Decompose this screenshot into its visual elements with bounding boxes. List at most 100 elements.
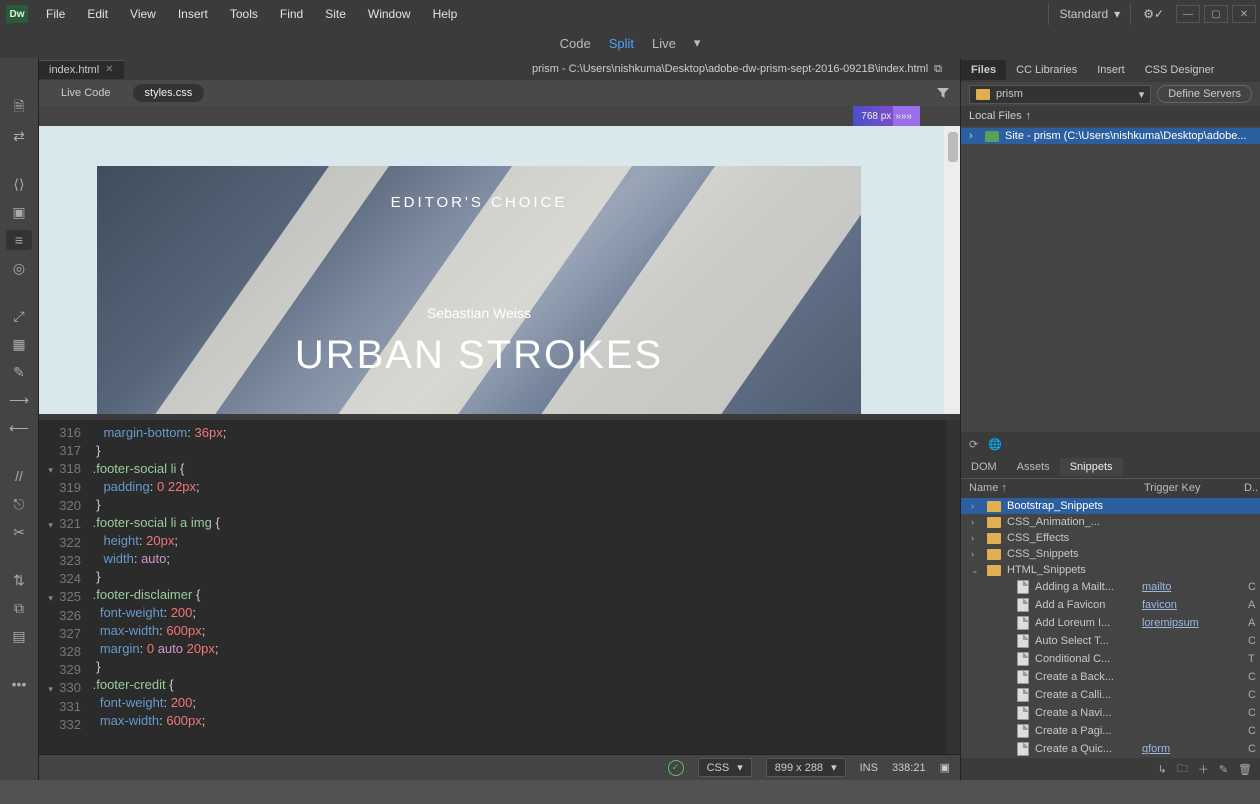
col-trigger-key[interactable]: Trigger Key <box>1136 479 1236 498</box>
delete-snippet-icon[interactable]: 🗑 <box>1238 763 1252 776</box>
snippet-item[interactable]: Auto Select T...C <box>961 632 1260 650</box>
file-mgmt-icon[interactable]: 🗎 <box>7 98 31 118</box>
col-d[interactable]: D.. <box>1236 479 1260 498</box>
menu-site[interactable]: Site <box>315 3 356 25</box>
expand-icon[interactable]: › <box>971 533 981 543</box>
site-dropdown[interactable]: prism ▾ <box>969 85 1151 104</box>
chevron-down-icon[interactable]: ▾ <box>694 35 701 51</box>
code-editor[interactable]: 316 317▾ 318 319 320▾ 321 322 323 324▾ 3… <box>39 420 960 754</box>
snippet-folder[interactable]: ›CSS_Effects <box>961 530 1260 546</box>
snippet-label: CSS_Snippets <box>1007 548 1260 560</box>
snippet-item[interactable]: Add Loreum I...loremipsumA <box>961 614 1260 632</box>
snippet-item[interactable]: Add a FaviconfaviconA <box>961 596 1260 614</box>
related-files-icon[interactable]: ⧉ <box>7 598 31 618</box>
view-tab-code[interactable]: Code <box>560 36 591 51</box>
expand-icon[interactable]: ⌄ <box>971 565 981 576</box>
snippet-item[interactable]: Create a Back...C <box>961 668 1260 686</box>
status-ok-icon[interactable]: ✓ <box>668 760 684 776</box>
sync-icon[interactable]: 🌐 <box>988 438 1002 451</box>
workspace-switcher[interactable]: Standard ▾ <box>1048 3 1131 25</box>
file-tree-root-label: Site - prism (C:\Users\nishkuma\Desktop\… <box>1005 130 1246 142</box>
live-view-icon[interactable]: ▣ <box>7 202 31 222</box>
file-popout-icon[interactable]: ⧉ <box>934 63 942 76</box>
comment-icon[interactable]: // <box>7 466 31 486</box>
panel-tab-insert[interactable]: Insert <box>1087 60 1135 80</box>
window-close-button[interactable]: ✕ <box>1232 5 1256 23</box>
select-parent-icon[interactable]: ▦ <box>7 334 31 354</box>
window-maximize-button[interactable]: ▢ <box>1204 5 1228 23</box>
new-snippet-icon[interactable]: ＋ <box>1198 761 1209 777</box>
expand-all-icon[interactable]: ⤢ <box>7 306 31 326</box>
file-icon <box>1017 580 1029 594</box>
view-tab-live[interactable]: Live <box>652 36 676 51</box>
close-tab-icon[interactable]: ✕ <box>105 64 113 75</box>
viewport-size-dropdown[interactable]: 899 x 288▾ <box>766 758 846 777</box>
menu-help[interactable]: Help <box>423 3 468 25</box>
folder-icon <box>987 565 1001 576</box>
define-servers-button[interactable]: Define Servers <box>1157 85 1252 103</box>
sync-settings-icon[interactable]: ⚙✓ <box>1135 7 1172 21</box>
menu-find[interactable]: Find <box>270 3 313 25</box>
panel-tab-css-designer[interactable]: CSS Designer <box>1135 60 1225 80</box>
insert-mode-label[interactable]: INS <box>860 762 878 774</box>
snippet-folder[interactable]: ›CSS_Animation_... <box>961 514 1260 530</box>
inspect-icon[interactable]: ◎ <box>7 258 31 278</box>
edit-snippet-icon[interactable]: ✎ <box>1219 763 1228 776</box>
collapse-icon[interactable]: ▤ <box>7 626 31 646</box>
file-icon <box>1017 616 1029 630</box>
move-css-icon[interactable]: ⇅ <box>7 570 31 590</box>
expand-icon[interactable]: › <box>971 517 981 527</box>
wrap-tag-icon[interactable]: ⎋ <box>7 494 31 514</box>
snippet-item[interactable]: Create a Calli...C <box>961 686 1260 704</box>
format-source-icon[interactable]: ✎ <box>7 362 31 382</box>
menu-edit[interactable]: Edit <box>77 3 118 25</box>
col-name[interactable]: Name ↑ <box>961 479 1136 498</box>
insert-snippet-icon[interactable]: ↳ <box>1158 763 1167 776</box>
snippet-item[interactable]: Adding a Mailt...mailtoC <box>961 578 1260 596</box>
code-tool-icon[interactable]: ⟨⟩ <box>7 174 31 194</box>
snippet-item[interactable]: Create a Pagi...C <box>961 722 1260 740</box>
menu-window[interactable]: Window <box>358 3 421 25</box>
panel-tab-snippets[interactable]: Snippets <box>1060 458 1123 476</box>
menu-tools[interactable]: Tools <box>220 3 268 25</box>
related-file-stylescss[interactable]: styles.css <box>133 84 205 102</box>
language-dropdown[interactable]: CSS▾ <box>698 758 752 777</box>
view-tab-split[interactable]: Split <box>609 36 634 51</box>
panel-tab-dom[interactable]: DOM <box>961 458 1007 476</box>
snippet-item[interactable]: Create a Navi...C <box>961 704 1260 722</box>
filter-icon[interactable] <box>936 86 950 100</box>
file-tree-root[interactable]: › Site - prism (C:\Users\nishkuma\Deskto… <box>961 128 1260 144</box>
window-minimize-button[interactable]: — <box>1176 5 1200 23</box>
live-preview-pane[interactable]: EDITOR'S CHOICE Sebastian Weiss URBAN ST… <box>39 126 960 414</box>
indent-icon[interactable]: ⟶ <box>7 390 31 410</box>
menu-insert[interactable]: Insert <box>168 3 218 25</box>
snippet-item[interactable]: Conditional C...T <box>961 650 1260 668</box>
viewport-size-badge[interactable]: 768 px»»» <box>853 106 920 126</box>
expand-icon[interactable]: › <box>971 549 981 559</box>
outdent-icon[interactable]: ⟵ <box>7 418 31 438</box>
menu-view[interactable]: View <box>120 3 166 25</box>
related-file-livecode[interactable]: Live Code <box>49 84 123 102</box>
recent-snippets-icon[interactable]: ✂ <box>7 522 31 542</box>
expand-icon[interactable]: › <box>969 130 979 142</box>
panel-tab-cc-libraries[interactable]: CC Libraries <box>1006 60 1087 80</box>
snippet-folder[interactable]: ⌄HTML_Snippets <box>961 562 1260 578</box>
snippet-folder[interactable]: ›Bootstrap_Snippets <box>961 498 1260 514</box>
split-icon[interactable]: ⇄ <box>7 126 31 146</box>
real-time-preview-icon[interactable]: ▣ <box>940 761 950 774</box>
expand-icon[interactable]: › <box>971 501 981 511</box>
show-code-nav-icon[interactable]: ≡ <box>6 230 32 250</box>
local-files-header[interactable]: Local Files↑ <box>961 106 1260 126</box>
refresh-icon[interactable]: ⟳ <box>969 438 978 451</box>
menu-file[interactable]: File <box>36 3 75 25</box>
panel-tab-assets[interactable]: Assets <box>1007 458 1060 476</box>
more-tools-icon[interactable]: ••• <box>7 674 31 694</box>
code-scrollbar-track[interactable] <box>946 420 960 754</box>
new-snippet-folder-icon[interactable]: 🗀 <box>1177 760 1188 779</box>
snippet-label: Conditional C... <box>1035 653 1136 665</box>
snippet-item[interactable]: Create a Quic...qformC <box>961 740 1260 758</box>
snippet-folder[interactable]: › CSS_Snippets <box>961 546 1260 562</box>
panel-tab-files[interactable]: Files <box>961 60 1006 80</box>
document-tab[interactable]: index.html ✕ <box>39 60 124 79</box>
preview-scrollbar-thumb[interactable] <box>948 132 958 162</box>
